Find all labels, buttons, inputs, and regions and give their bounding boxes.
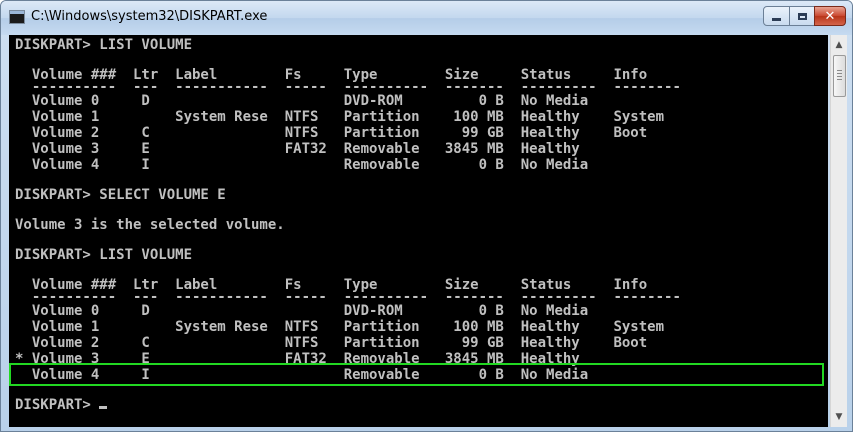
close-button[interactable]: ✕	[814, 6, 846, 26]
scroll-up-arrow-icon[interactable]: ▲	[831, 37, 847, 53]
console-line: Volume 2 C NTFS Partition 99 GB Healthy …	[15, 335, 648, 351]
prompt-text: DISKPART>	[15, 397, 100, 413]
console-line: DISKPART> LIST VOLUME	[15, 37, 193, 53]
minimize-icon	[772, 17, 781, 21]
minimize-button[interactable]	[763, 6, 790, 26]
console-line: Volume 1 System Rese NTFS Partition 100 …	[15, 109, 665, 125]
scroll-down-arrow-icon[interactable]: ▼	[831, 409, 847, 425]
console-line: Volume 2 C NTFS Partition 99 GB Healthy …	[15, 125, 648, 141]
console-window: C:\Windows\system32\DISKPART.exe ✕ DISKP…	[0, 0, 853, 432]
console-line: Volume 0 D DVD-ROM 0 B No Media	[15, 93, 589, 109]
title-bar[interactable]: C:\Windows\system32\DISKPART.exe ✕	[1, 1, 852, 35]
console-line: Volume ### Ltr Label Fs Type Size Status…	[15, 277, 648, 293]
grip-icon	[837, 70, 842, 80]
console-line: Volume 3 is the selected volume.	[15, 217, 285, 233]
console-line: ---------- --- ----------- ----- -------…	[15, 293, 681, 303]
window-title: C:\Windows\system32\DISKPART.exe	[31, 9, 268, 24]
maximize-icon	[797, 12, 807, 20]
console-line: Volume 1 System Rese NTFS Partition 100 …	[15, 319, 665, 335]
console-output[interactable]: DISKPART> LIST VOLUME Volume ### Ltr Lab…	[9, 35, 828, 427]
console-line: Volume 3 E FAT32 Removable 3845 MB Healt…	[15, 141, 580, 157]
vertical-scrollbar[interactable]: ▲ ▼	[830, 35, 847, 427]
scrollbar-thumb[interactable]	[833, 55, 846, 97]
console-line: Volume 4 I Removable 0 B No Media	[15, 157, 589, 173]
console-text: DISKPART> LIST VOLUME Volume ### Ltr Lab…	[15, 37, 681, 413]
text-cursor	[99, 406, 108, 409]
console-line: DISKPART> SELECT VOLUME E	[15, 187, 226, 203]
console-line: ---------- --- ----------- ----- -------…	[15, 83, 681, 93]
console-app-icon[interactable]	[9, 10, 25, 24]
maximize-button[interactable]	[789, 6, 815, 26]
console-line: DISKPART> LIST VOLUME	[15, 247, 193, 263]
console-line: Volume 0 D DVD-ROM 0 B No Media	[15, 303, 589, 319]
prompt-line[interactable]: DISKPART>	[15, 397, 681, 413]
close-icon: ✕	[824, 8, 836, 24]
console-line: Volume ### Ltr Label Fs Type Size Status…	[15, 67, 648, 83]
selected-row-highlight	[9, 363, 824, 386]
